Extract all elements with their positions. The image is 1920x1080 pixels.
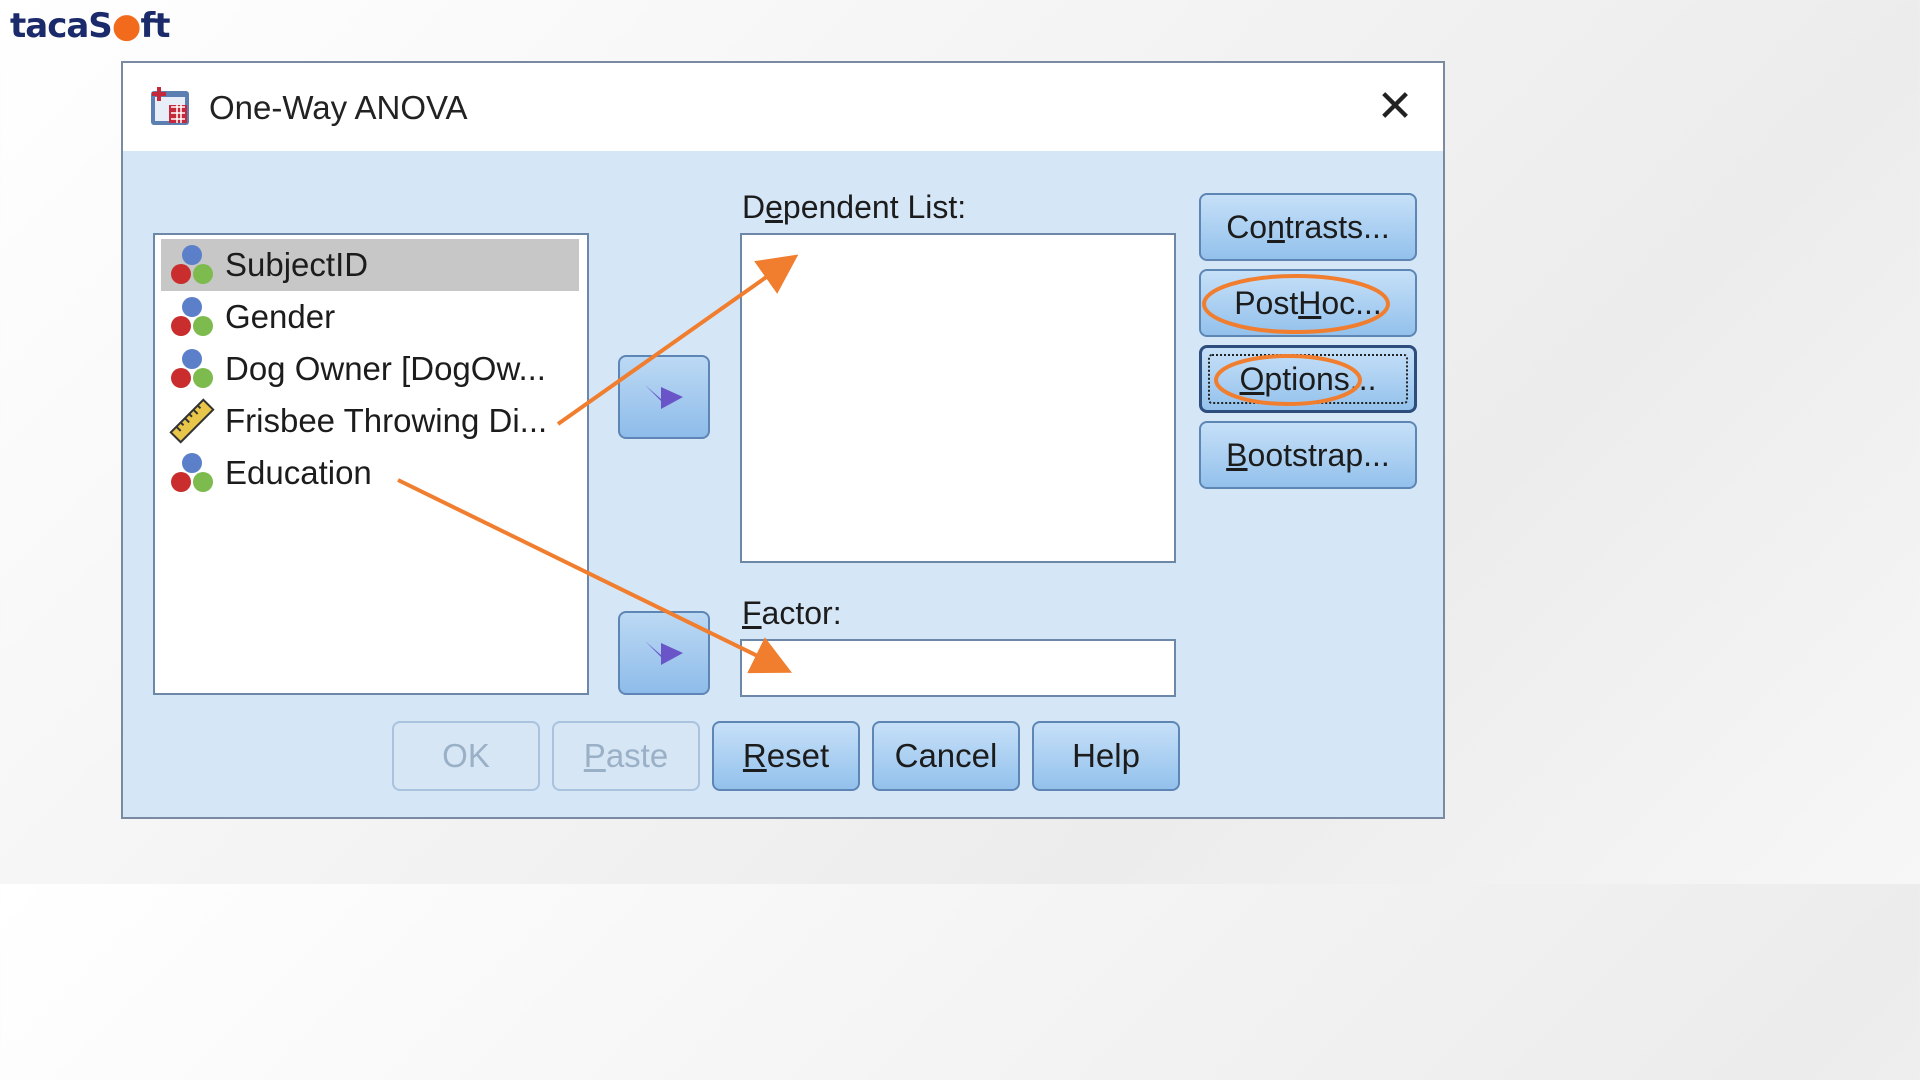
factor-label: Factor: [742,595,842,631]
ok-button[interactable]: OK [392,721,540,791]
right-arrow-icon [645,385,683,409]
dependent-list-label: Dependent List: [742,189,967,225]
list-item-frisbee-throwing[interactable]: Frisbee Throwing Di... [161,395,579,447]
cancel-button[interactable]: Cancel [872,721,1020,791]
variable-label: SubjectID [225,246,369,283]
reset-button[interactable]: Reset [712,721,860,791]
list-item-gender[interactable]: Gender [161,291,579,343]
move-to-factor-button[interactable] [618,611,710,695]
paste-button[interactable]: Paste [552,721,700,791]
bootstrap-button[interactable]: Bootstrap... [1199,421,1417,489]
help-button[interactable]: Help [1032,721,1180,791]
source-variable-list[interactable]: SubjectID Gender Dog Owner [DogOw... Fri… [153,233,589,695]
options-button[interactable]: Options... [1199,345,1417,413]
factor-field[interactable] [740,639,1176,697]
nominal-variable-icon [171,453,213,492]
variable-label: Gender [225,298,336,335]
post-hoc-button[interactable]: Post Hoc... [1199,269,1417,337]
variable-label: Education [225,454,372,491]
right-arrow-icon [645,641,683,665]
dialog-title: One-Way ANOVA [209,89,468,126]
list-item-subjectid[interactable]: SubjectID [161,239,579,291]
scale-variable-icon [169,398,215,444]
nominal-variable-icon [171,297,213,336]
move-to-dependent-button[interactable] [618,355,710,439]
variable-label: Dog Owner [DogOw... [225,350,546,387]
nominal-variable-icon [171,349,213,388]
anova-app-icon [151,87,189,125]
nominal-variable-icon [171,245,213,284]
close-icon[interactable]: ✕ [1369,81,1421,133]
title-bar: One-Way ANOVA ✕ [123,63,1443,151]
variable-label: Frisbee Throwing Di... [225,402,548,439]
one-way-anova-dialog: One-Way ANOVA ✕ SubjectID Gender Dog Own… [121,61,1445,819]
dependent-list-box[interactable] [740,233,1176,563]
brand-logo: tacaS●ft [10,6,171,46]
list-item-dog-owner[interactable]: Dog Owner [DogOw... [161,343,579,395]
contrasts-button[interactable]: Co n trasts... [1199,193,1417,261]
list-item-education[interactable]: Education [161,447,579,499]
